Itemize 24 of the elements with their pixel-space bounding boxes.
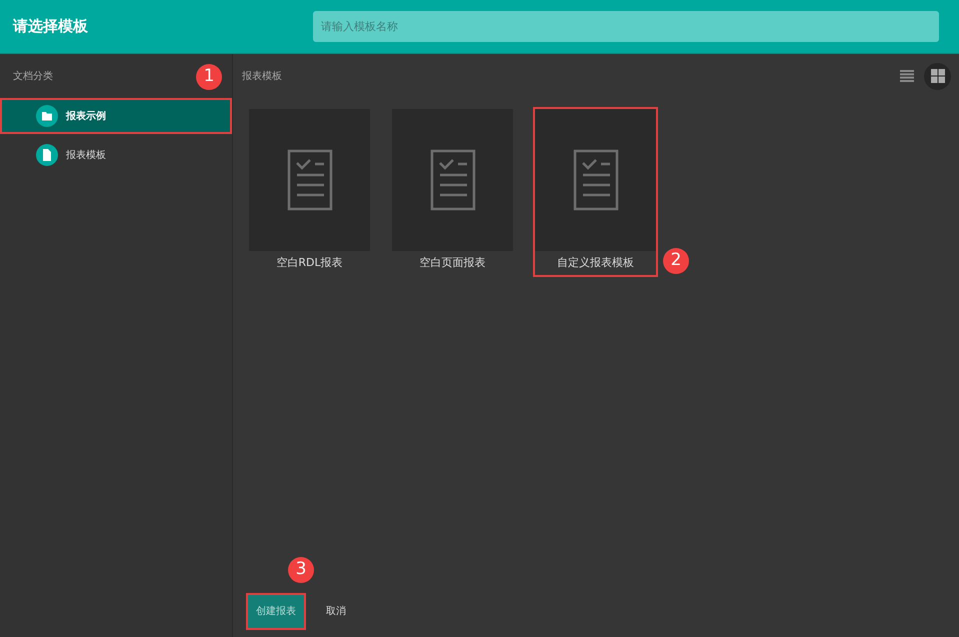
callout-number: 1: [196, 64, 222, 90]
callout-number: 2: [663, 248, 689, 274]
dialog-title: 请选择模板: [12, 16, 89, 38]
search-field[interactable]: 请输入模板名称: [313, 11, 939, 42]
section-heading: 报表模板: [242, 70, 283, 84]
document-icon: [430, 149, 476, 211]
sidebar-item[interactable]: 报表示例: [0, 98, 232, 134]
template-name: 空白RDL报表: [276, 254, 343, 271]
sidebar-item-label: 报表示例: [66, 110, 106, 124]
list-icon: [900, 70, 914, 82]
grid-view-button[interactable]: [924, 62, 951, 90]
folder-icon: [36, 105, 58, 127]
sidebar-item-label: 报表模板: [66, 148, 106, 162]
sidebar-heading: 文档分类: [13, 70, 53, 84]
template-name: 自定义报表模板: [557, 254, 634, 271]
cancel-button[interactable]: 取消: [316, 593, 356, 630]
document-icon: [572, 149, 618, 211]
grid-icon: [930, 69, 944, 83]
document-icon: [286, 149, 332, 211]
file-icon: [36, 144, 58, 166]
callout-number: 3: [288, 557, 314, 583]
sidebar-item[interactable]: 报表模板: [0, 137, 232, 173]
template-card[interactable]: 自定义报表模板: [533, 107, 658, 277]
template-name: 空白页面报表: [420, 254, 486, 271]
